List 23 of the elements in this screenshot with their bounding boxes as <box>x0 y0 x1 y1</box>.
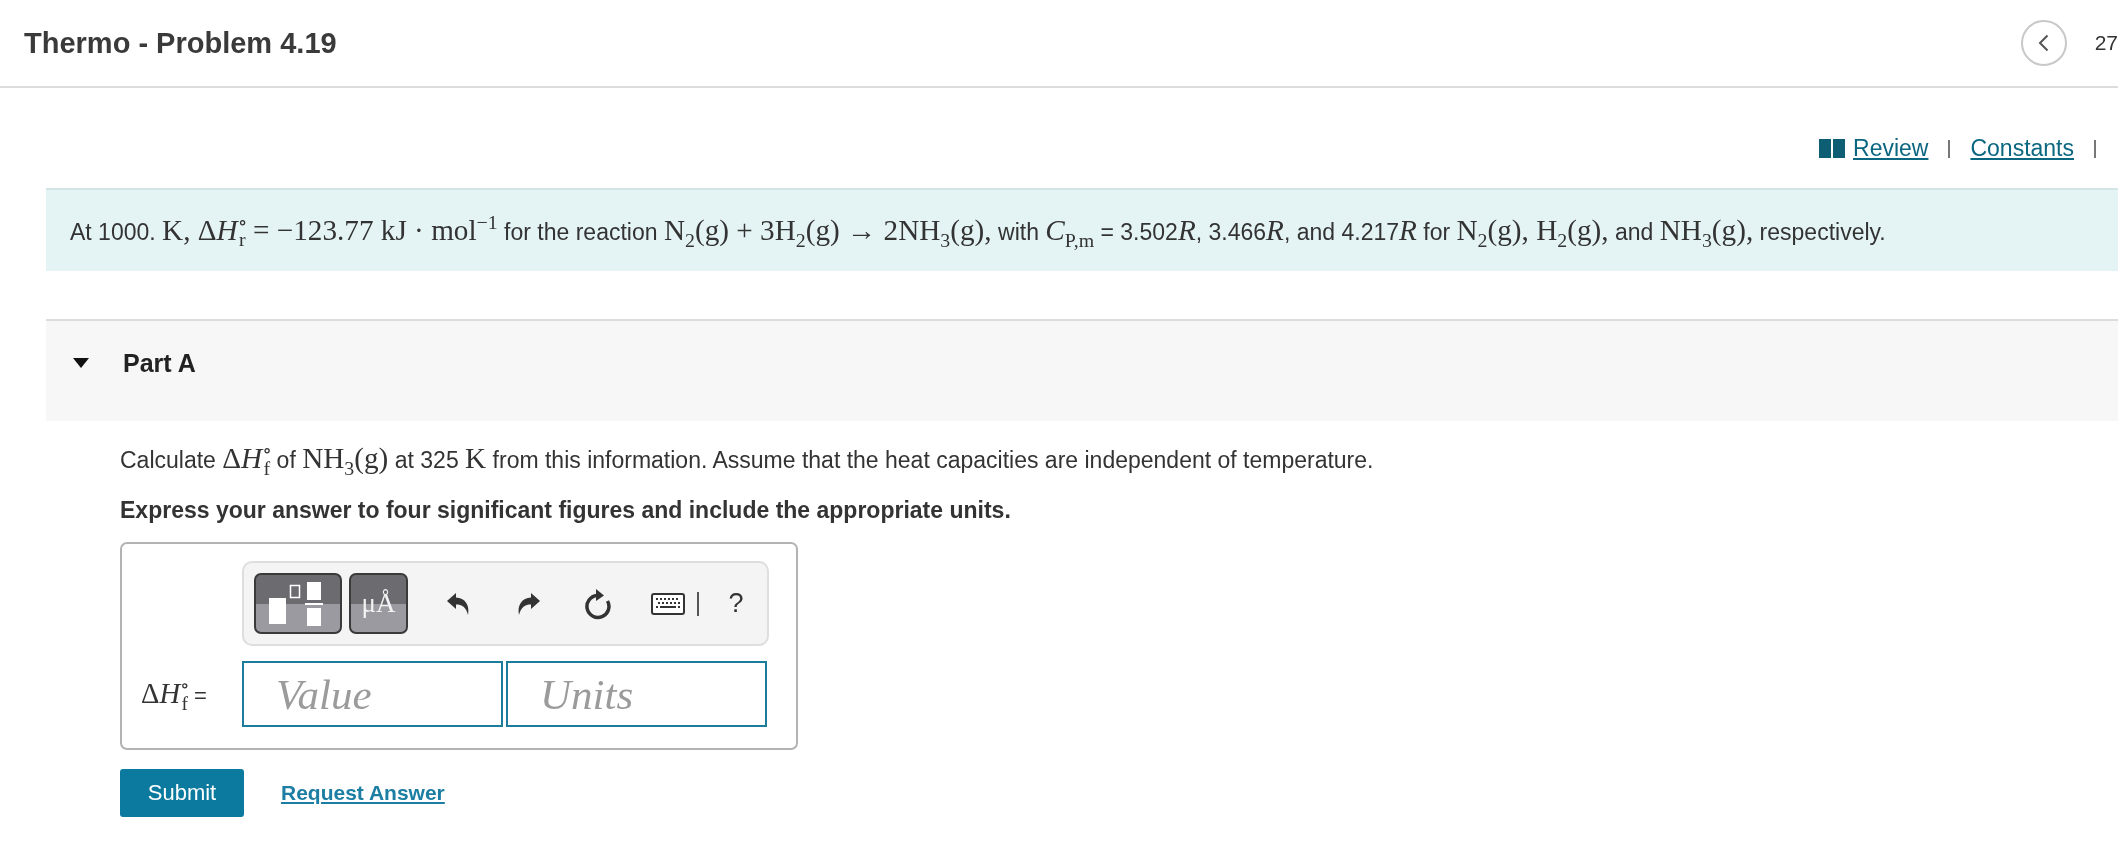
part-title: Part A <box>123 348 196 378</box>
value-field[interactable]: Value <box>242 661 503 727</box>
part-header[interactable]: Part A <box>46 319 2118 421</box>
constants-link[interactable]: Constants <box>1970 135 2074 162</box>
undo-icon <box>445 590 471 617</box>
caret-icon[interactable] <box>73 358 89 368</box>
book-icon <box>1819 139 1845 158</box>
templates-button[interactable] <box>254 573 342 634</box>
help-button[interactable]: ? <box>721 583 751 624</box>
chevron-left-icon <box>2038 34 2050 52</box>
instruction-text: Express your answer to four significant figures and include the appropriate units. <box>120 496 1012 525</box>
page-title: Thermo - Problem 4.19 <box>24 26 338 60</box>
back-button[interactable] <box>2020 20 2067 66</box>
answer-label: ΔH$^{∘}$$_{f}$ = <box>141 678 208 710</box>
review-link[interactable]: Review <box>1819 135 1929 162</box>
units-field[interactable]: Units <box>506 661 767 727</box>
request-answer-link[interactable]: Request Answer <box>281 781 445 805</box>
circular-arrow-icon <box>583 587 613 620</box>
submit-button[interactable]: Submit <box>120 769 244 817</box>
problem-statement: At 1000. K, ΔH$^{∘}$$_{r}$ = −123.77 kJ · mol$^{−1}$ for the reaction N$_{2}$(g) + 3H$_{2}$(g) → 2NH$_{3}$(g), with C$_{P,m}$ = 3.502R, 3.466R, and 4.217R for N$_{2}$(g), H$_{2}$(g), and NH$_{3}$(g), respectively. <box>70 213 1886 248</box>
page-number: 27 <box>2094 31 2118 55</box>
keyboard-icon <box>651 592 685 615</box>
question-text: Calculate ΔH$^{∘}$$_{f}$ of NH$_{3}$(g) at 325 K from this information. Assume that the heat capacities are independent of temperature. <box>120 442 1375 476</box>
